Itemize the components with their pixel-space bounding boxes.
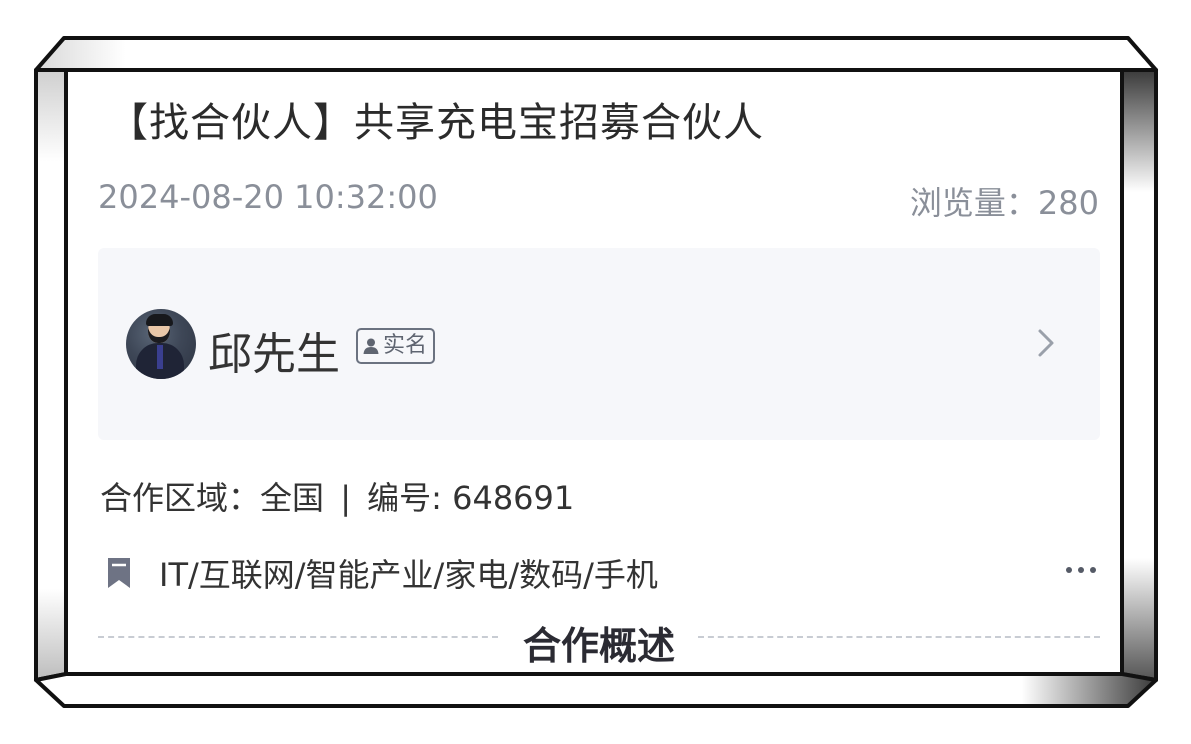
section-header-overview: 合作概述	[98, 615, 1100, 668]
cooperation-info: 合作区域：全国 | 编号: 648691	[100, 473, 574, 519]
bookmark-icon	[108, 558, 130, 588]
screenshot-stage: 【找合伙人】共享充电宝招募合伙人 2024-08-20 10:32:00 浏览量…	[0, 0, 1191, 744]
verified-badge: 实名	[356, 328, 436, 364]
publisher-name[interactable]: 邱先生	[208, 318, 340, 382]
avatar-hair-shape	[146, 314, 173, 326]
post-title: 【找合伙人】共享充电宝招募合伙人	[108, 100, 764, 146]
section-title: 合作概述	[522, 624, 675, 668]
avatar[interactable]	[126, 309, 196, 379]
info-separator: |	[340, 479, 351, 517]
publisher-card[interactable]: 邱先生 实名	[98, 248, 1100, 440]
industry-tags-row: IT/互联网/智能产业/家电/数码/手机	[104, 550, 1098, 594]
post-detail-card: 【找合伙人】共享充电宝招募合伙人 2024-08-20 10:32:00 浏览量…	[68, 70, 1120, 673]
industry-tags: IT/互联网/智能产业/家电/数码/手机	[159, 556, 658, 594]
avatar-tie-shape	[157, 345, 163, 369]
person-icon	[363, 338, 379, 354]
post-meta: 2024-08-20 10:32:00 浏览量：280	[98, 178, 1099, 222]
chevron-right-icon[interactable]	[1034, 326, 1058, 360]
more-dots-icon[interactable]	[1064, 560, 1098, 580]
view-count: 浏览量：280	[909, 184, 1099, 222]
post-date: 2024-08-20 10:32:00	[98, 178, 438, 216]
verified-label: 实名	[383, 333, 428, 358]
post-number: 编号: 648691	[367, 479, 575, 517]
region-text: 合作区域：全国	[100, 479, 325, 517]
